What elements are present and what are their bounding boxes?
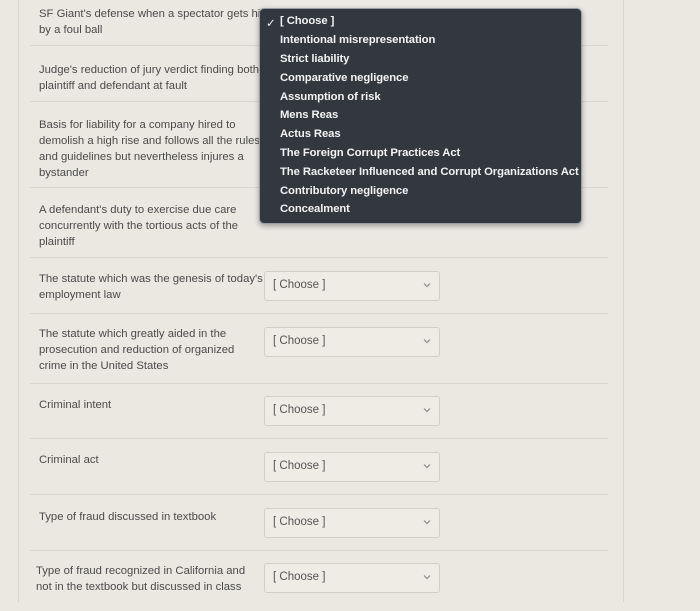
question-line: not in the textbook but discussed in cla… [36,581,242,593]
dropdown-option[interactable]: Strict liability [280,53,349,65]
dropdown-option[interactable]: Intentional misrepresentation [280,34,435,46]
question-line: The statute which was the genesis of tod… [39,273,263,285]
dropdown-option[interactable]: Actus Reas [280,128,341,140]
question-row: Type of fraud recognized in California a… [30,551,608,611]
question-row: Type of fraud discussed in textbook [ Ch… [30,495,608,551]
question-line: Type of fraud discussed in textbook [39,511,217,523]
question-row: The statute which was the genesis of tod… [30,258,608,314]
question-line: Judge's reduction of jury verdict findin… [39,64,260,76]
question-line: plaintiff [39,236,75,248]
select-value: [ Choose ] [273,516,326,528]
question-line: Basis for liability for a company hired … [39,119,236,131]
question-line: plaintiff and defendant at fault [39,80,188,92]
question-line: concurrently with the tortious acts of t… [39,220,239,232]
question-text: The statute which was the genesis of tod… [39,271,263,303]
checkmark-icon: ✓ [266,18,276,30]
question-line: Criminal act [39,454,99,466]
dropdown-option[interactable]: [ Choose ] [280,15,334,27]
answer-select[interactable]: [ Choose ] [264,327,440,357]
question-text: Criminal intent [39,397,111,413]
select-value: [ Choose ] [273,460,326,472]
question-text: Judge's reduction of jury verdict findin… [39,62,259,94]
chevron-down-icon [423,339,431,344]
chevron-down-icon [423,283,431,288]
question-line: bystander [39,167,89,179]
question-line: and guidelines but nevertheless injures … [39,151,244,163]
dropdown-option[interactable]: Contributory negligence [280,185,408,197]
select-value: [ Choose ] [273,279,326,291]
answer-select[interactable]: [ Choose ] [264,396,440,426]
question-line: employment law [39,289,121,301]
question-line: demolish a high rise and follows all the… [39,135,261,147]
chevron-down-icon [423,464,431,469]
question-line: Type of fraud recognized in California a… [36,565,246,577]
dropdown-option[interactable]: Mens Reas [280,109,338,121]
question-line: Criminal intent [39,399,112,411]
answer-select[interactable]: [ Choose ] [264,508,440,538]
question-line: prosecution and reduction of organized [39,344,235,356]
question-line: A defendant's duty to exercise due care [39,204,237,216]
dropdown-menu[interactable]: ✓ [ Choose ] Intentional misrepresentati… [259,8,582,224]
dropdown-option[interactable]: The Foreign Corrupt Practices Act [280,147,460,159]
question-row: Criminal act [ Choose ] [30,439,608,495]
question-row: The statute which greatly aided in the p… [30,314,608,384]
right-border [623,0,624,602]
question-text: A defendant's duty to exercise due care … [39,202,238,250]
question-line: crime in the United States [39,360,169,372]
chevron-down-icon [423,520,431,525]
chevron-down-icon [423,408,431,413]
chevron-down-icon [423,575,431,580]
dropdown-option[interactable]: The Racketeer Influenced and Corrupt Org… [280,166,579,178]
dropdown-option[interactable]: Assumption of risk [280,91,381,103]
question-line: SF Giant's defense when a spectator gets… [39,8,264,20]
left-border [18,0,19,602]
question-line: The statute which greatly aided in the [39,328,227,340]
answer-select[interactable]: [ Choose ] [264,271,440,301]
question-text: The statute which greatly aided in the p… [39,326,234,374]
question-text: SF Giant's defense when a spectator gets… [39,6,263,38]
question-text: Type of fraud discussed in textbook [39,509,216,525]
answer-select[interactable]: [ Choose ] [264,563,440,593]
dropdown-option[interactable]: Concealment [280,203,350,215]
select-value: [ Choose ] [273,571,326,583]
answer-select[interactable]: [ Choose ] [264,452,440,482]
question-text: Basis for liability for a company hired … [39,117,260,181]
question-text: Criminal act [39,452,99,468]
select-value: [ Choose ] [273,404,326,416]
select-value: [ Choose ] [273,335,326,347]
question-text: Type of fraud recognized in California a… [36,563,245,595]
question-row: Criminal intent [ Choose ] [30,384,608,439]
dropdown-option[interactable]: Comparative negligence [280,72,408,84]
question-line: by a foul ball [39,24,103,36]
